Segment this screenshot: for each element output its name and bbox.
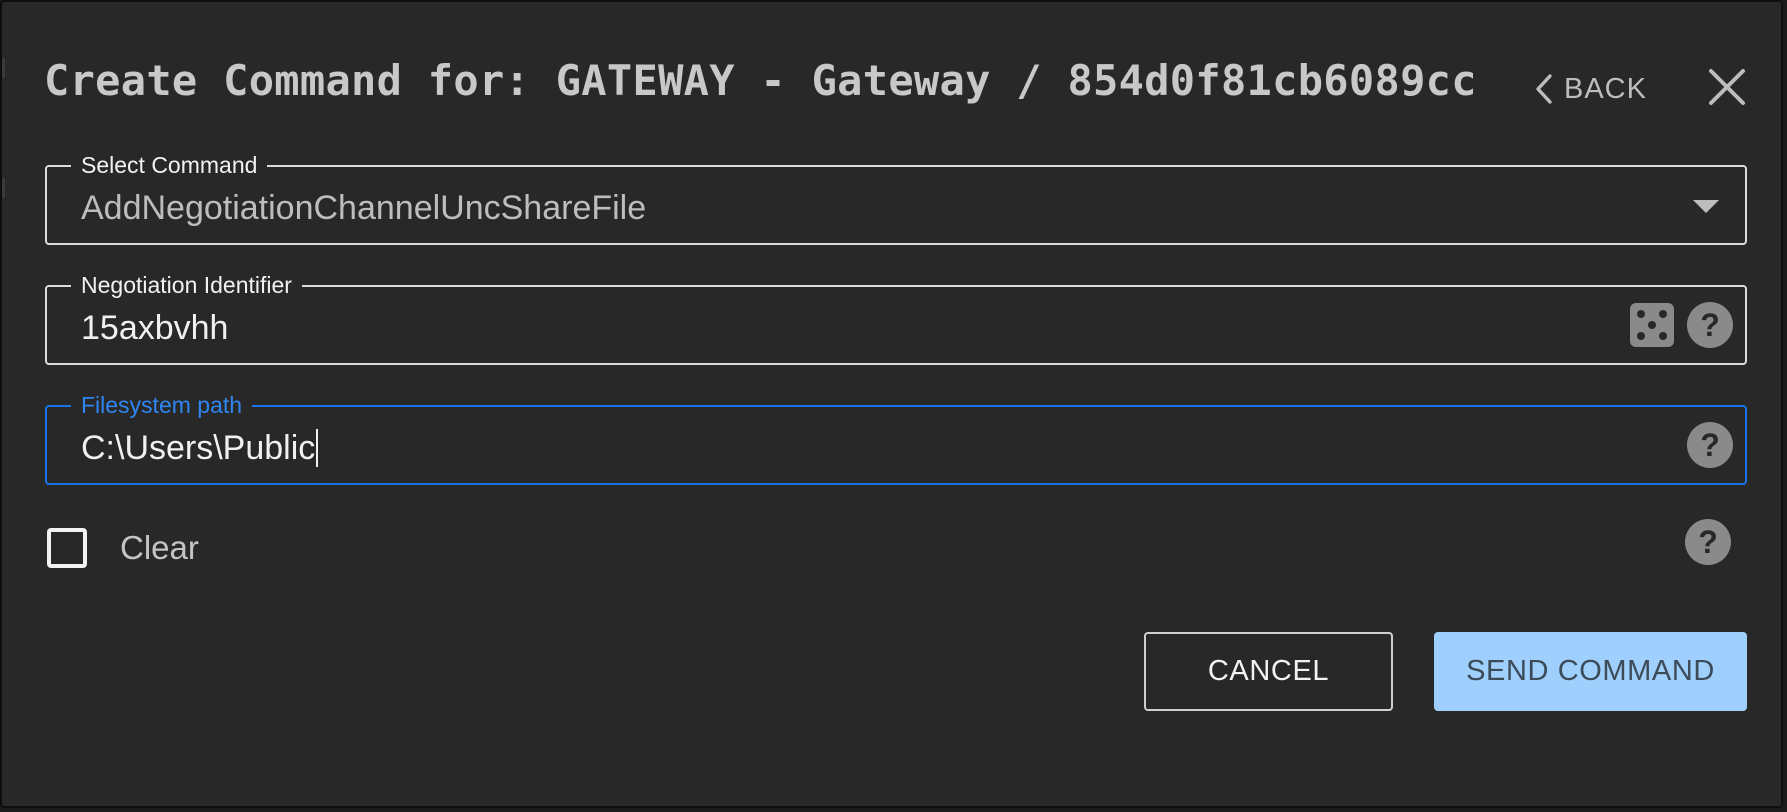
clear-checkbox[interactable] (47, 528, 87, 568)
cancel-button[interactable]: CANCEL (1144, 632, 1393, 711)
back-label: BACK (1564, 72, 1647, 105)
background-edge-mark (2, 178, 5, 198)
filesystem-path-label: Filesystem path (71, 391, 253, 419)
select-command-field[interactable]: Select Command AddNegotiationChannelUncS… (45, 151, 1747, 245)
send-command-button[interactable]: SEND COMMAND (1434, 632, 1747, 711)
help-icon[interactable]: ? (1687, 422, 1733, 468)
text-cursor (316, 429, 319, 467)
negotiation-identifier-input[interactable]: 15axbvhh (81, 309, 228, 347)
dialog-title: Create Command for: GATEWAY - Gateway / … (44, 56, 1477, 105)
back-button[interactable]: BACK (1534, 64, 1647, 114)
create-command-dialog: Create Command for: GATEWAY - Gateway / … (0, 0, 1783, 808)
filesystem-path-input[interactable]: C:\Users\Public (81, 429, 319, 467)
clear-checkbox-row[interactable]: Clear (47, 524, 199, 572)
chevron-left-icon (1534, 73, 1554, 105)
filesystem-path-field[interactable]: Filesystem path C:\Users\Public ? (45, 391, 1747, 485)
negotiation-identifier-field[interactable]: Negotiation Identifier 15axbvhh ? (45, 271, 1747, 365)
help-icon[interactable]: ? (1685, 519, 1731, 565)
close-button[interactable] (1702, 64, 1752, 114)
background-edge-mark (2, 58, 5, 78)
select-command-label: Select Command (71, 151, 268, 179)
filesystem-path-text: C:\Users\Public (81, 429, 316, 467)
negotiation-identifier-label: Negotiation Identifier (71, 271, 302, 299)
help-icon[interactable]: ? (1687, 302, 1733, 348)
select-command-value: AddNegotiationChannelUncShareFile (81, 189, 647, 227)
chevron-down-icon[interactable] (1693, 200, 1719, 213)
close-icon (1708, 68, 1746, 111)
clear-checkbox-label: Clear (120, 529, 199, 566)
dice-icon[interactable] (1629, 302, 1675, 348)
